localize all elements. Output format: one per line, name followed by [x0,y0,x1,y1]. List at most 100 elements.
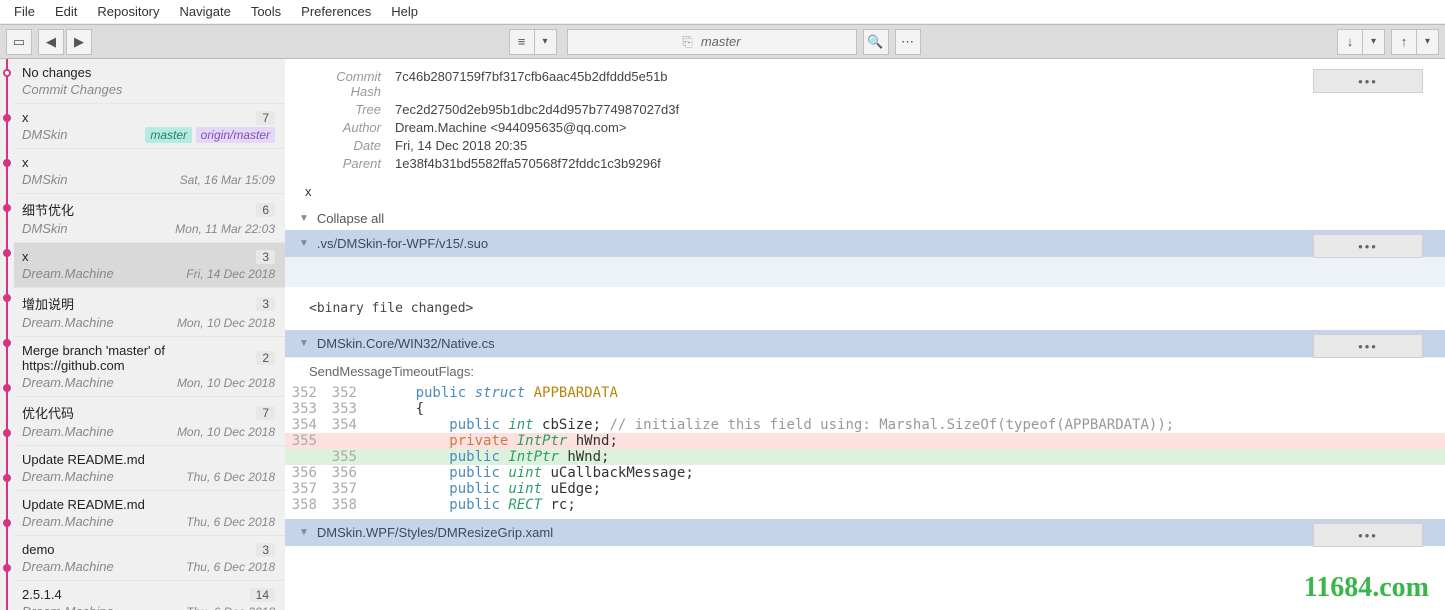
commit-author: Dream.Machine [22,315,114,330]
menu-bar: FileEditRepositoryNavigateToolsPreferenc… [0,0,1445,24]
chevron-down-icon: ▼ [299,238,309,249]
commit-item[interactable]: 增加说明3Dream.MachineMon, 10 Dec 2018 [14,288,285,337]
commit-title: 细节优化 [22,200,74,219]
commit-title: Update README.md [22,497,145,512]
graph-gutter [0,59,14,610]
graph-node-icon [3,429,11,437]
commit-title: No changes [22,65,91,80]
file-header[interactable]: ▼DMSkin.Core/WIN32/Native.cs ••• [285,330,1445,357]
push-dropdown-button[interactable]: ▾ [1417,29,1439,55]
branch-tag: master [145,127,192,143]
commit-detail-panel: ••• Commit Hash7c46b2807159f7bf317cfb6aa… [285,59,1445,610]
parent-value[interactable]: 1e38f4b31bd5582ffa570568f72fddc1c3b9296f [395,156,661,171]
author-value: Dream.Machine <944095635@qq.com> [395,120,626,135]
commit-date: Thu, 6 Dec 2018 [186,515,275,529]
commit-actions-button[interactable]: ••• [1313,69,1423,93]
file-count-badge: 3 [256,543,275,557]
commit-date: Mon, 10 Dec 2018 [177,316,275,330]
date-value: Fri, 14 Dec 2018 20:35 [395,138,527,153]
commit-metadata: Commit Hash7c46b2807159f7bf317cfb6aac45b… [285,59,1445,184]
commit-list[interactable]: No changes Commit Changes x 7 DMSkin master o… [14,59,285,610]
commit-author: Dream.Machine [22,375,114,390]
commit-author: Dream.Machine [22,469,114,484]
sidebar-toggle-button[interactable]: ▭ [6,29,32,55]
graph-node-icon [3,474,11,482]
commit-date: Mon, 10 Dec 2018 [177,425,275,439]
menu-item-edit[interactable]: Edit [45,2,87,21]
commit-title: 优化代码 [22,403,74,422]
binary-file-note: <binary file changed> [285,287,1445,330]
file-actions-button[interactable]: ••• [1313,234,1423,258]
commit-date: Thu, 6 Dec 2018 [186,470,275,484]
commit-item[interactable]: Update README.mdDream.MachineThu, 6 Dec … [14,446,285,491]
commit-author: DMSkin [22,127,68,142]
file-count-badge: 14 [250,588,275,602]
file-actions-button[interactable]: ••• [1313,334,1423,358]
menu-item-preferences[interactable]: Preferences [291,2,381,21]
menu-item-file[interactable]: File [4,2,45,21]
commit-item[interactable]: Update README.md Dream.Machine Thu, 6 Dec … [14,491,285,536]
commit-item[interactable]: xDMSkinSat, 16 Mar 15:09 [14,149,285,194]
graph-node-icon [3,69,11,77]
graph-node-icon [3,339,11,347]
nav-forward-button[interactable]: ▶ [66,29,92,55]
pull-button[interactable]: ↓ [1337,29,1363,55]
pull-dropdown-button[interactable]: ▾ [1363,29,1385,55]
commit-item[interactable]: x3Dream.MachineFri, 14 Dec 2018 [14,243,285,288]
hash-label: Commit Hash [305,69,395,99]
commit-item[interactable]: 细节优化6DMSkinMon, 11 Mar 22:03 [14,194,285,243]
branch-tag: origin/master [196,127,275,143]
commit-title: demo [22,542,55,557]
commit-item[interactable]: x7DMSkinmaster origin/master [14,104,285,149]
commit-title: x [22,155,29,170]
toolbar: ▭ ◀ ▶ ≡ ▾ ⎘ master 🔍 ⋯ ↓ ▾ ↑ ▾ [0,24,1445,59]
file-count-badge: 2 [256,351,275,365]
file-actions-button[interactable]: ••• [1313,523,1423,547]
commit-title: 2.5.1.4 [22,587,62,602]
commit-item[interactable]: Merge branch 'master' of https://github.… [14,337,285,397]
chevron-down-icon: ▼ [299,213,309,224]
commit-author: Dream.Machine [22,424,114,439]
commit-item[interactable]: demo3Dream.MachineThu, 6 Dec 2018 [14,536,285,581]
graph-node-icon [3,159,11,167]
commit-date: Mon, 11 Mar 22:03 [175,222,275,236]
nav-back-button[interactable]: ◀ [38,29,64,55]
commit-author: Commit Changes [22,82,122,97]
commit-item[interactable]: No changes Commit Changes [14,59,285,104]
collapse-all-button[interactable]: ▼Collapse all [285,207,1445,230]
menu-item-repository[interactable]: Repository [87,2,169,21]
menu-item-navigate[interactable]: Navigate [170,2,241,21]
commit-author: Dream.Machine [22,514,114,529]
push-button[interactable]: ↑ [1391,29,1417,55]
graph-node-icon [3,384,11,392]
commit-author: Dream.Machine [22,604,114,610]
commit-date: Thu, 6 Dec 2018 [186,605,275,610]
search-button[interactable]: 🔍 [863,29,889,55]
jump-button[interactable]: ≡ [509,29,535,55]
jump-dropdown-button[interactable]: ▾ [535,29,557,55]
commit-title: x [22,249,29,264]
commit-title: 增加说明 [22,294,74,313]
tree-value: 7ec2d2750d2eb95b1dbc2d4d957b774987027d3f [395,102,679,117]
menu-item-tools[interactable]: Tools [241,2,291,21]
chevron-down-icon: ▼ [299,527,309,538]
date-label: Date [305,138,395,153]
branch-selector[interactable]: ⎘ master [567,29,857,55]
watermark: 11684.com [1304,572,1429,604]
more-button[interactable]: ⋯ [895,29,921,55]
commit-item[interactable]: 优化代码 7 Dream.Machine Mon, 10 Dec 2018 [14,397,285,446]
menu-item-help[interactable]: Help [381,2,428,21]
graph-node-icon [3,114,11,122]
file-header[interactable]: ▼DMSkin.WPF/Styles/DMResizeGrip.xaml ••• [285,519,1445,546]
graph-node-icon [3,204,11,212]
graph-node-icon [3,249,11,257]
file-count-badge: 7 [256,406,275,420]
commit-item[interactable]: 2.5.1.4 14 Dream.Machine Thu, 6 Dec 2018 [14,581,285,610]
commit-message: x [285,184,1445,207]
commit-date: Fri, 14 Dec 2018 [186,267,275,281]
main-content: No changes Commit Changes x 7 DMSkin master o… [0,59,1445,610]
file-header[interactable]: ▼.vs/DMSkin-for-WPF/v15/.suo ••• [285,230,1445,257]
tree-label: Tree [305,102,395,117]
author-label: Author [305,120,395,135]
hunk-header: SendMessageTimeoutFlags: [285,357,1445,385]
